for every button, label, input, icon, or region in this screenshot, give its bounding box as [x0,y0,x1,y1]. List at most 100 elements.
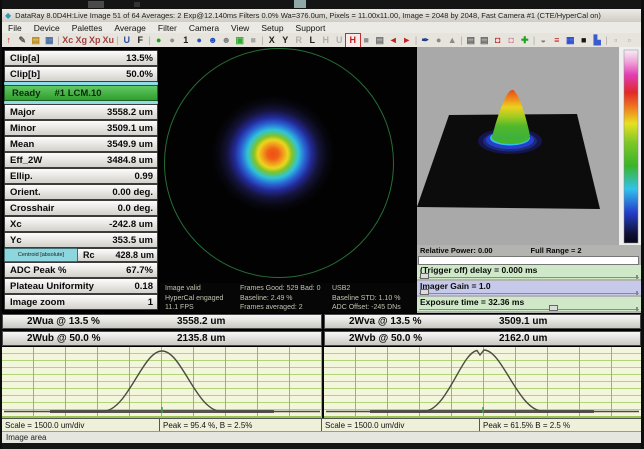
rc-value: 428.8 um [115,250,157,260]
imager-gain-thumb[interactable] [420,289,429,295]
user-gray-icon[interactable]: ☻ [220,34,234,47]
adc-peak-row[interactable]: ADC Peak % 67.7% [4,262,158,278]
yc-row[interactable]: Yc 353.5 um [4,232,158,248]
open-folder-icon[interactable]: ▤ [29,34,43,47]
ellipticity-row[interactable]: Ellip. 0.99 [4,168,158,184]
beam-2d-view[interactable] [160,47,417,283]
gray-box-icon[interactable]: ■ [247,34,261,47]
y-profile-button[interactable]: Y [279,34,293,47]
print-setup-icon[interactable]: ▤ [478,34,492,47]
mean-row[interactable]: Mean 3549.9 um [4,136,158,152]
imager-gain-slider[interactable]: Imager Gain = 1.0 [417,281,641,295]
table-icon[interactable]: ▤ [373,34,387,47]
u-button[interactable]: U [120,34,134,47]
menu-device[interactable]: Device [28,23,66,33]
result-2wva-row[interactable]: 2Wva @ 13.5 % 3509.1 um [324,314,641,329]
user-icon[interactable]: ☻ [206,34,220,47]
major-row[interactable]: Major 3558.2 um [4,104,158,120]
xc-row[interactable]: Xc -242.8 um [4,216,158,232]
camera-icon[interactable]: ▣ [233,34,247,47]
slider-track[interactable] [419,293,639,294]
x-profile-button[interactable]: X [265,34,279,47]
pink-tool-icon[interactable]: ◘ [505,34,519,47]
beam-3d-view[interactable] [417,47,641,245]
eff2w-row[interactable]: Eff_2W 3484.8 um [4,152,158,168]
right-arrow-icon[interactable]: ► [400,34,414,47]
crosshair-row[interactable]: Crosshair 0.0 deg. [4,200,158,216]
result-2wub-row[interactable]: 2Wub @ 50.0 % 2135.8 um [2,331,322,346]
menu-setup[interactable]: Setup [255,23,289,33]
up-arrow-icon[interactable]: ↑ [2,34,16,47]
xp-button[interactable]: Xp [88,34,102,47]
u2-button[interactable]: U [333,34,347,47]
black-box-icon[interactable]: ■ [577,34,591,47]
green-dot-icon[interactable]: ● [152,34,166,47]
mean-value: 3549.9 um [107,139,157,150]
blue-dot-icon[interactable]: ● [193,34,207,47]
one-button[interactable]: 1 [179,34,193,47]
profile-y-plot[interactable] [324,347,641,418]
small-tool-icon[interactable]: ▫ [609,34,623,47]
image-zoom-row[interactable]: Image zoom 1 [4,294,158,310]
window-title: DataRay 8.0D4H:Live Image 51 of 64 Avera… [15,11,601,20]
result-2wua-row[interactable]: 2Wua @ 13.5 % 3558.2 um [2,314,322,329]
menu-camera[interactable]: Camera [183,23,225,33]
status-frames-averaged: Frames averaged: 2 [240,303,321,313]
h-button[interactable]: H [319,34,333,47]
left-arrow-icon[interactable]: ◄ [387,34,401,47]
histogram-button[interactable]: H [346,34,360,47]
trigger-delay-thumb[interactable] [420,273,429,279]
menu-palettes[interactable]: Palettes [66,23,109,33]
peak-icon[interactable]: ▲ [446,34,460,47]
slider-track[interactable] [419,309,639,310]
beam-spot [211,95,335,213]
pencil-icon[interactable]: ✎ [16,34,30,47]
save-icon[interactable]: ▦ [43,34,57,47]
exposure-time-thumb[interactable] [549,305,558,311]
clip-a-row[interactable]: Clip[a] 13.5% [4,50,158,66]
status-hypercal: HyperCal engaged [165,294,223,304]
small-tool2-icon[interactable]: ▫ [623,34,637,47]
profile-x-plot[interactable] [2,347,322,418]
box2-icon[interactable]: ■ [360,34,374,47]
menu-filter[interactable]: Filter [152,23,183,33]
gray-dot-icon[interactable]: ● [166,34,180,47]
result-2wva-label: 2Wva @ 13.5 % [325,316,499,327]
menu-support[interactable]: Support [290,23,332,33]
pen-icon[interactable]: ✒ [419,34,433,47]
minor-row[interactable]: Minor 3509.1 um [4,120,158,136]
orientation-row[interactable]: Orient. 0.00 deg. [4,184,158,200]
camera-controls-panel: Relative Power: 0.00 Full Range = 2 (Tri… [417,245,641,313]
dot3-icon[interactable]: ● [432,34,446,47]
clip-b-row[interactable]: Clip[b] 50.0% [4,66,158,82]
xg-button[interactable]: Xg [75,34,89,47]
comb-icon[interactable]: ≡ [550,34,564,47]
status-bar-text: Image area [6,433,46,442]
blue-grid-icon[interactable]: ▦ [564,34,578,47]
exposure-time-slider[interactable]: Exposure time = 32.36 ms [417,297,641,311]
trigger-delay-slider[interactable]: (Trigger off) delay = 0.000 ms [417,265,641,279]
xc-button[interactable]: Xc [61,34,75,47]
r-button[interactable]: R [292,34,306,47]
xu-button[interactable]: Xu [102,34,116,47]
result-2wva-value: 3509.1 um [499,316,547,327]
menu-average[interactable]: Average [108,23,152,33]
red-tool-icon[interactable]: ◘ [491,34,505,47]
chart-icon[interactable]: ▙ [591,34,605,47]
l-button[interactable]: L [306,34,320,47]
edge-fragment [294,0,306,8]
result-2wvb-row[interactable]: 2Wvb @ 50.0 % 2162.0 um [324,331,641,346]
plateau-uniformity-row[interactable]: Plateau Uniformity 0.18 [4,278,158,294]
green-plus-icon[interactable]: ✚ [518,34,532,47]
status-column-2: Frames Good: 529 Bad: 0 Baseline: 2.49 %… [240,284,321,313]
gauge-icon[interactable]: ◒ [537,34,551,47]
centroid-mode-button[interactable]: Centroid [absolute] [4,248,78,262]
menu-file[interactable]: File [2,23,28,33]
power-bar [418,256,639,265]
rc-cell[interactable]: Rc 428.8 um [78,248,158,262]
menu-view[interactable]: View [225,23,255,33]
device-status-row[interactable]: Ready #1 LCM.10 [4,85,158,101]
print-icon[interactable]: ▤ [464,34,478,47]
slider-track[interactable] [419,277,639,278]
f-button[interactable]: F [134,34,148,47]
